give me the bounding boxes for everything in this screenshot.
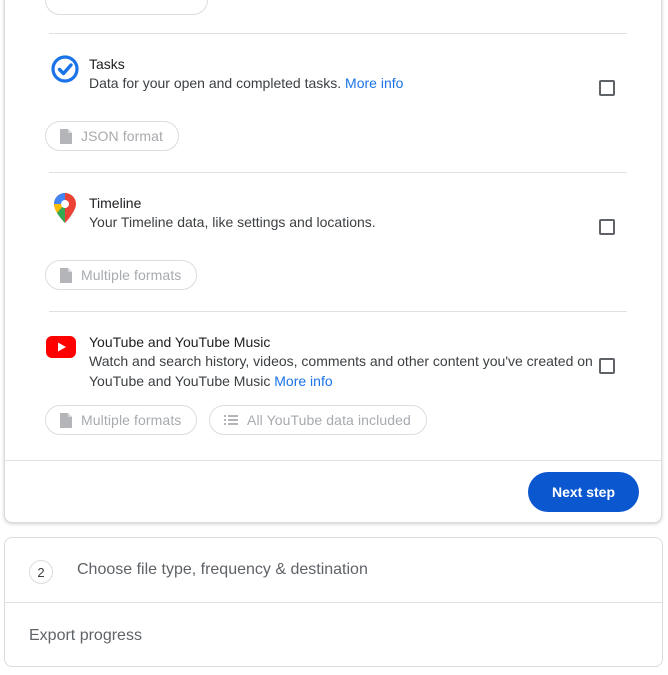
step-card: 2 Choose file type, frequency & destinat… (4, 537, 663, 667)
more-info-link-tasks[interactable]: More info (345, 75, 403, 91)
divider (5, 602, 662, 603)
checkbox-timeline[interactable] (599, 219, 615, 235)
youtube-icon (46, 332, 76, 362)
data-included-chip-youtube[interactable]: All YouTube data included (209, 405, 427, 435)
chip-label: JSON format (81, 128, 164, 144)
format-chip-cut-off[interactable] (45, 0, 208, 15)
divider (49, 172, 627, 173)
file-icon (60, 128, 72, 144)
more-info-link-youtube[interactable]: More info (274, 373, 332, 389)
export-progress-label[interactable]: Export progress (29, 627, 142, 645)
divider (49, 311, 627, 312)
google-tasks-icon (50, 54, 80, 84)
chip-label: Multiple formats (81, 412, 182, 428)
service-description-tasks: Data for your open and completed tasks. … (89, 75, 404, 91)
divider (49, 33, 627, 34)
list-icon (224, 415, 238, 425)
select-data-card: Tasks Data for your open and completed t… (4, 0, 662, 523)
step-title[interactable]: Choose file type, frequency & destinatio… (77, 561, 368, 579)
file-icon (60, 412, 72, 428)
service-description-timeline: Your Timeline data, like settings and lo… (89, 214, 376, 230)
service-title-tasks: Tasks (89, 56, 125, 72)
chip-label: All YouTube data included (247, 412, 411, 428)
service-description-youtube: Watch and search history, videos, commen… (89, 353, 593, 389)
checkbox-tasks[interactable] (599, 80, 615, 96)
format-chip-tasks[interactable]: JSON format (45, 121, 180, 151)
format-chip-timeline[interactable]: Multiple formats (45, 260, 198, 290)
google-maps-pin-icon (50, 193, 80, 223)
file-icon (60, 267, 72, 283)
service-title-youtube: YouTube and YouTube Music (89, 334, 271, 350)
step-number-badge: 2 (29, 560, 53, 584)
next-step-button[interactable]: Next step (528, 472, 639, 512)
format-chip-youtube[interactable]: Multiple formats (45, 405, 198, 435)
service-title-timeline: Timeline (89, 195, 142, 211)
chip-label: Multiple formats (81, 267, 182, 283)
checkbox-youtube[interactable] (599, 358, 615, 374)
footer-divider (5, 460, 661, 461)
